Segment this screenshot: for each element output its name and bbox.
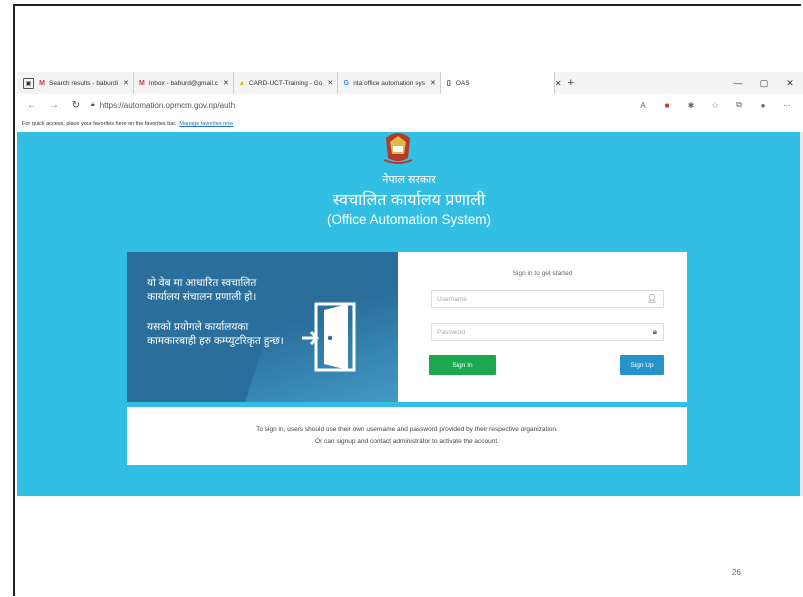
nepal-emblem-icon (383, 133, 413, 164)
intro-panel: यो वेब मा आधारित स्वचालित कार्यालय संचाल… (127, 252, 398, 402)
minimize-icon[interactable]: — (725, 78, 751, 88)
oas-login-page: नेपाल सरकार स्वचालित कार्यालय प्रणाली (O… (17, 132, 801, 496)
password-placeholder: Password (437, 328, 466, 336)
extension-icon[interactable]: ■ (655, 101, 679, 110)
info-text-2: Or can signup and contact administrator … (315, 438, 499, 445)
close-tab-icon[interactable]: ✕ (123, 79, 129, 87)
close-tab-icon[interactable]: ✕ (430, 79, 436, 87)
intro-text-2: यसको प्रयोगले कार्यालयका कामकारबाही हरु … (147, 321, 284, 347)
google-icon: G (343, 79, 349, 87)
new-tab-icon[interactable]: + (568, 77, 574, 89)
outlook-icon: M (39, 79, 45, 87)
tab-oas[interactable]: ▯ OAS (440, 72, 555, 94)
maximize-icon[interactable]: ▢ (751, 78, 777, 89)
password-input[interactable]: Password 🔒︎ (431, 323, 664, 341)
favorites-icon[interactable]: ☆ (703, 101, 727, 110)
read-aloud-icon[interactable]: A (631, 101, 655, 110)
address-bar: ← → ↻ 🔒︎ https://automation.opmcm.gov.np… (17, 94, 803, 116)
window-controls: — ▢ ✕ (725, 72, 803, 94)
refresh-icon[interactable]: ↻ (69, 100, 83, 111)
tab-label: OAS (455, 79, 470, 87)
gmail-icon: M (138, 79, 145, 87)
tab-google-search[interactable]: G nta office automation sys ✕ (338, 72, 441, 94)
close-tab-icon[interactable]: ✕ (555, 79, 562, 88)
lock-icon[interactable]: 🔒︎ (91, 101, 95, 109)
close-tab-icon[interactable]: ✕ (223, 79, 229, 87)
info-box: To sign in, users should use their own u… (127, 407, 687, 465)
tab-label: Inbox - baburd@gmail.c (148, 79, 218, 87)
profile-avatar-icon[interactable]: ● (751, 101, 775, 110)
login-title: Sign in to get started (512, 270, 573, 277)
sign-in-button[interactable]: Sign In (429, 355, 496, 375)
tab-actions-icon[interactable]: ▣ (23, 77, 34, 89)
back-icon[interactable]: ← (25, 100, 39, 111)
government-name: नेपाल सरकार (382, 174, 436, 186)
system-name-nepali: स्वचालित कार्यालय प्रणाली (332, 192, 486, 209)
login-door-icon (302, 302, 356, 372)
tab-outlook-search[interactable]: M Search results - baburdi ✕ (34, 72, 134, 94)
close-tab-icon[interactable]: ✕ (327, 79, 333, 87)
favorites-bar: For quick access, place your favorites h… (17, 116, 803, 132)
manage-favorites-link[interactable]: Manage favorites now (179, 121, 233, 127)
user-icon: 👤︎ (646, 294, 657, 303)
tab-label: Search results - baburdi (49, 79, 119, 87)
lock-icon: 🔒︎ (652, 327, 657, 336)
username-input[interactable]: Username 👤︎ (431, 290, 664, 308)
forward-icon[interactable]: → (47, 100, 61, 111)
intro-text-1: यो वेब मा आधारित स्वचालित कार्यालय संचाल… (147, 277, 257, 303)
tab-label: nta office automation sys (353, 79, 425, 87)
presentation-slide: ▣ M Search results - baburdi ✕ M Inbox -… (0, 0, 803, 597)
tab-bar: ▣ M Search results - baburdi ✕ M Inbox -… (17, 72, 803, 94)
system-name-english: (Office Automation System) (326, 212, 492, 227)
more-menu-icon[interactable]: ⋯ (775, 101, 799, 110)
url-field[interactable]: 🔒︎ https://automation.opmcm.gov.np/auth (91, 101, 235, 110)
login-panel: Sign in to get started Username 👤︎ Passw… (398, 252, 687, 402)
collections-icon[interactable]: ⧉ (727, 100, 751, 110)
drive-icon: ▲ (238, 79, 246, 87)
info-text-1: To sign in, users should use their own u… (256, 426, 558, 433)
sign-up-button[interactable]: Sign Up (620, 355, 664, 375)
favorites-bar-text: For quick access, place your favorites h… (22, 121, 177, 127)
puzzle-icon[interactable]: ✱ (679, 101, 703, 110)
browser-window: ▣ M Search results - baburdi ✕ M Inbox -… (17, 72, 803, 496)
toolbar-icons: A ■ ✱ ☆ ⧉ ● ⋯ (631, 94, 799, 116)
slide-page-number: 26 (732, 568, 741, 577)
url-text[interactable]: https://automation.opmcm.gov.np/auth (100, 101, 235, 110)
tab-gmail-inbox[interactable]: M Inbox - baburd@gmail.c ✕ (134, 72, 234, 94)
tab-drive-training[interactable]: ▲ CARD-UCT-Training - Go ✕ (234, 72, 339, 94)
tab-label: CARD-UCT-Training - Go (248, 79, 323, 87)
page-icon: ▯ (446, 80, 451, 87)
close-window-icon[interactable]: ✕ (777, 78, 803, 89)
username-placeholder: Username (437, 295, 467, 303)
